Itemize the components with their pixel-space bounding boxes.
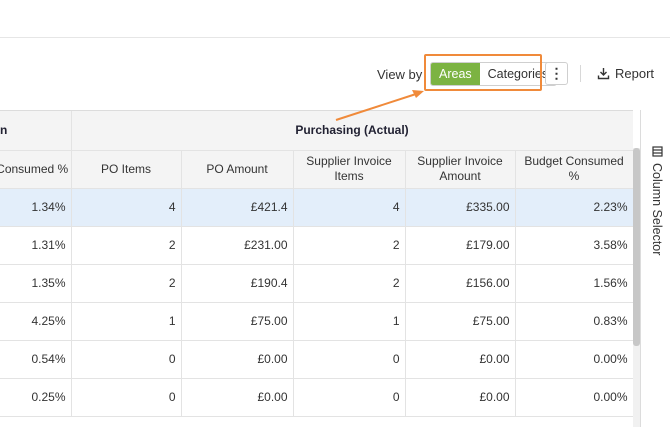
toolbar: View by	[0, 58, 670, 90]
more-options-button[interactable]: ⋮	[545, 62, 568, 85]
col-header-budget-consumed[interactable]: Budget Consumed %	[515, 150, 633, 189]
more-vertical-icon: ⋮	[549, 65, 564, 81]
group-header-left: n	[0, 111, 72, 151]
view-by-toggle: Areas Categories	[430, 62, 558, 86]
cell-si-amount: £0.00	[405, 340, 516, 379]
cell-si-items: 4	[293, 188, 406, 227]
cell-po-items: 4	[71, 188, 182, 227]
cell-budget: 0.00%	[515, 340, 633, 379]
cell-si-items: 2	[293, 226, 406, 265]
col-header-supplier-invoice-amount[interactable]: Supplier Invoice Amount	[405, 150, 516, 189]
table-row[interactable]: 4.25% 1 £75.00 1 £75.00 0.83%	[0, 302, 633, 341]
cell-budget: 1.56%	[515, 264, 633, 303]
cell-si-items: 1	[293, 302, 406, 341]
cell-po-amount: £75.00	[181, 302, 294, 341]
data-grid: n Purchasing (Actual) Budget Consumed % …	[0, 110, 633, 428]
purchasing-table: n Purchasing (Actual) Budget Consumed % …	[0, 111, 633, 417]
column-selector-label: Column Selector	[650, 163, 664, 256]
cell-left-consumed: 1.34%	[0, 188, 72, 227]
col-header-supplier-invoice-items[interactable]: Supplier Invoice Items	[293, 150, 406, 189]
column-header-row: Budget Consumed % PO Items PO Amount Sup…	[0, 150, 633, 189]
report-label: Report	[615, 66, 655, 81]
top-bar	[0, 0, 670, 38]
group-header-row: n Purchasing (Actual)	[0, 111, 633, 151]
cell-si-amount: £335.00	[405, 188, 516, 227]
columns-icon	[651, 146, 663, 157]
toolbar-divider	[580, 65, 581, 82]
vertical-scrollbar-thumb[interactable]	[633, 148, 640, 346]
cell-si-items: 0	[293, 340, 406, 379]
cell-budget: 3.58%	[515, 226, 633, 265]
table-row[interactable]: 0.54% 0 £0.00 0 £0.00 0.00%	[0, 340, 633, 379]
cell-budget: 0.83%	[515, 302, 633, 341]
col-header-left-budget-consumed[interactable]: Budget Consumed %	[0, 150, 72, 189]
table-row[interactable]: 1.31% 2 £231.00 2 £179.00 3.58%	[0, 226, 633, 265]
cell-si-amount: £75.00	[405, 302, 516, 341]
table-row[interactable]: 1.34% 4 £421.4 4 £335.00 2.23%	[0, 188, 633, 227]
column-selector-panel[interactable]: Column Selector	[640, 110, 670, 427]
cell-po-amount: £421.4	[181, 188, 294, 227]
cell-po-items: 2	[71, 264, 182, 303]
cell-left-consumed: 1.35%	[0, 264, 72, 303]
cell-left-consumed: 0.54%	[0, 340, 72, 379]
download-icon	[597, 68, 610, 80]
cell-budget: 2.23%	[515, 188, 633, 227]
cell-left-consumed: 4.25%	[0, 302, 72, 341]
view-by-label: View by	[377, 67, 423, 82]
view-areas-button[interactable]: Areas	[431, 63, 480, 85]
cell-left-consumed: 1.31%	[0, 226, 72, 265]
cell-budget: 0.00%	[515, 378, 633, 417]
cell-po-amount: £231.00	[181, 226, 294, 265]
cell-si-amount: £156.00	[405, 264, 516, 303]
cell-si-items: 0	[293, 378, 406, 417]
cell-left-consumed: 0.25%	[0, 378, 72, 417]
table-row[interactable]: 0.25% 0 £0.00 0 £0.00 0.00%	[0, 378, 633, 417]
cell-po-amount: £0.00	[181, 378, 294, 417]
group-header-purchasing: Purchasing (Actual)	[71, 111, 633, 151]
cell-po-amount: £190.4	[181, 264, 294, 303]
table-row[interactable]: 1.35% 2 £190.4 2 £156.00 1.56%	[0, 264, 633, 303]
cell-si-items: 2	[293, 264, 406, 303]
col-header-po-amount[interactable]: PO Amount	[181, 150, 294, 189]
cell-si-amount: £0.00	[405, 378, 516, 417]
cell-po-amount: £0.00	[181, 340, 294, 379]
cell-po-items: 1	[71, 302, 182, 341]
cell-po-items: 0	[71, 340, 182, 379]
col-header-po-items[interactable]: PO Items	[71, 150, 182, 189]
cell-po-items: 2	[71, 226, 182, 265]
cell-po-items: 0	[71, 378, 182, 417]
cell-si-amount: £179.00	[405, 226, 516, 265]
report-button[interactable]: Report	[597, 66, 654, 81]
